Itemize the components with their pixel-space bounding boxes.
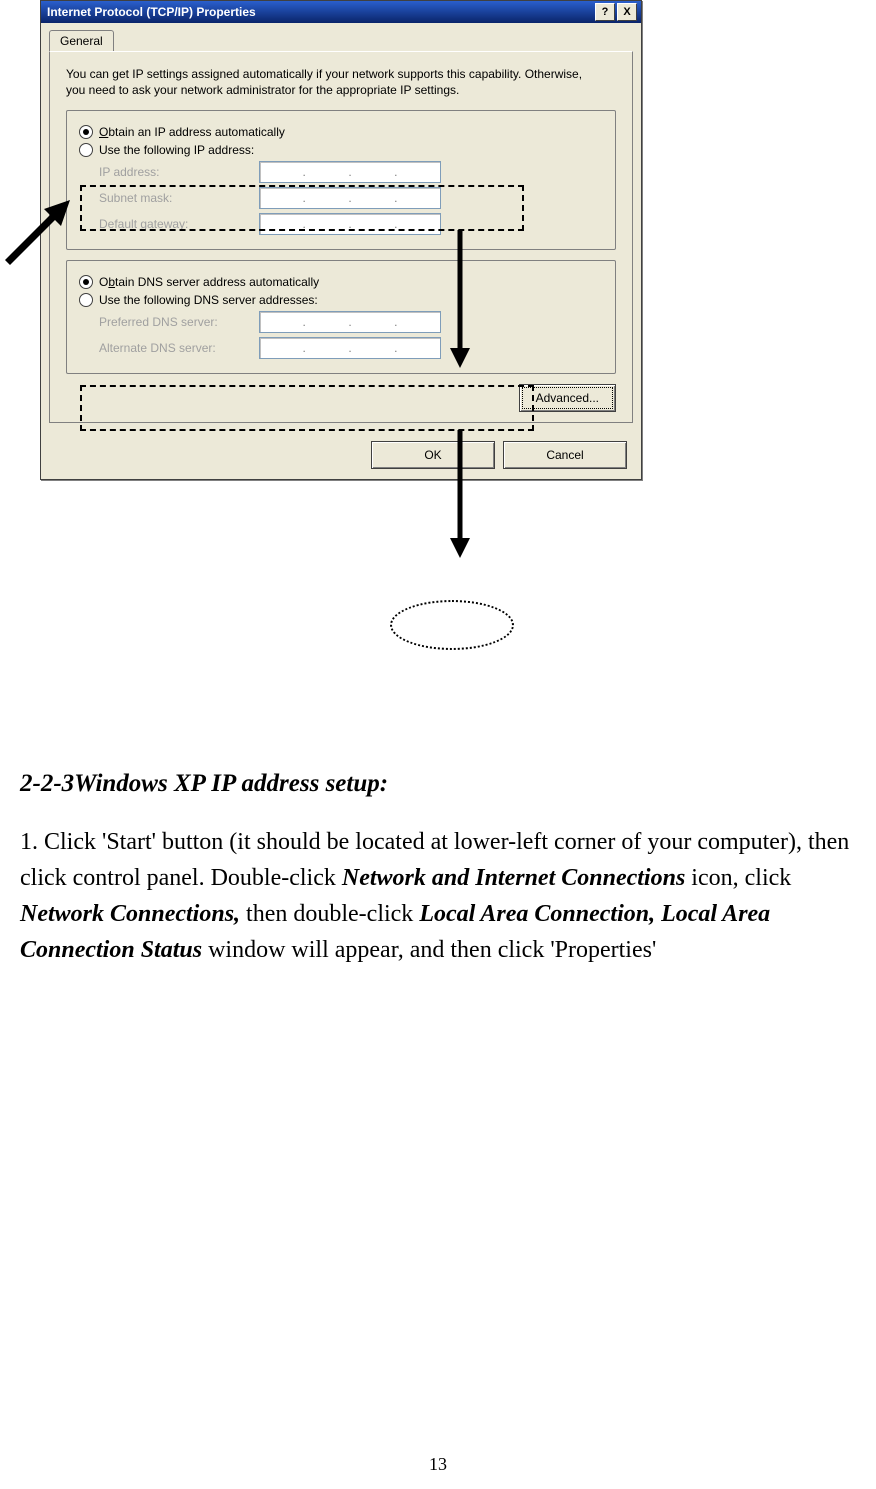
radio-label: Use the following DNS server addresses: [99,293,318,307]
field-ip-address: IP address: ... [99,161,603,183]
help-icon: ? [602,6,609,18]
radio-icon [79,143,93,157]
titlebar[interactable]: Internet Protocol (TCP/IP) Properties ? … [41,1,641,23]
field-label: Preferred DNS server: [99,315,259,329]
default-gateway-input[interactable]: ... [259,213,441,235]
field-alternate-dns: Alternate DNS server: ... [99,337,603,359]
field-subnet-mask: Subnet mask: ... [99,187,603,209]
dialog-buttons: OK Cancel [41,431,641,479]
field-label: Default gateway: [99,217,259,231]
radio-label: Use the following IP address: [99,143,254,157]
radio-obtain-ip-auto[interactable]: Obtain an IP address automatically [79,125,603,139]
section-heading: 2-2-3Windows XP IP address setup: [20,770,870,798]
field-preferred-dns: Preferred DNS server: ... [99,311,603,333]
radio-icon [79,293,93,307]
tabstrip: General [49,29,633,51]
step-1-text: 1. Click 'Start' button (it should be lo… [20,824,870,968]
radio-icon [79,275,93,289]
document-body: 2-2-3Windows XP IP address setup: 1. Cli… [20,770,870,968]
cancel-button[interactable]: Cancel [503,441,627,469]
alternate-dns-input[interactable]: ... [259,337,441,359]
field-label: IP address: [99,165,259,179]
preferred-dns-input[interactable]: ... [259,311,441,333]
tab-general[interactable]: General [49,30,114,51]
field-label: Subnet mask: [99,191,259,205]
radio-label: Obtain DNS server address automatically [99,275,319,289]
tcpip-properties-dialog: Internet Protocol (TCP/IP) Properties ? … [40,0,642,480]
radio-icon [79,125,93,139]
intro-text: You can get IP settings assigned automat… [66,66,586,98]
subnet-mask-input[interactable]: ... [259,187,441,209]
field-default-gateway: Default gateway: ... [99,213,603,235]
ok-button[interactable]: OK [371,441,495,469]
field-label: Alternate DNS server: [99,341,259,355]
close-icon: X [623,6,630,18]
radio-label: Obtain an IP address automatically [99,125,285,139]
tab-panel: You can get IP settings assigned automat… [49,51,633,423]
window-title: Internet Protocol (TCP/IP) Properties [47,5,593,19]
close-button[interactable]: X [617,3,637,21]
ok-highlight-oval [390,600,514,650]
ip-group: Obtain an IP address automatically Use t… [66,110,616,250]
dns-group: Obtain DNS server address automatically … [66,260,616,374]
advanced-row: Advanced... [66,384,616,412]
help-button[interactable]: ? [595,3,615,21]
advanced-button[interactable]: Advanced... [519,384,616,412]
ip-address-input[interactable]: ... [259,161,441,183]
page-number: 13 [0,1454,876,1475]
radio-obtain-dns-auto[interactable]: Obtain DNS server address automatically [79,275,603,289]
radio-use-following-ip[interactable]: Use the following IP address: [79,143,603,157]
radio-use-following-dns[interactable]: Use the following DNS server addresses: [79,293,603,307]
